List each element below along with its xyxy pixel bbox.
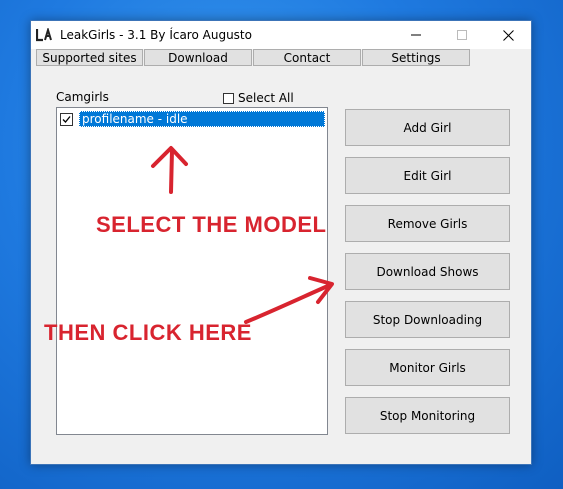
camgirls-list[interactable]: profilename - idle (56, 107, 328, 435)
list-item-checkbox[interactable] (60, 112, 73, 126)
monitor-girls-button[interactable]: Monitor Girls (345, 349, 510, 386)
remove-girls-button[interactable]: Remove Girls (345, 205, 510, 242)
action-panel: Add Girl Edit Girl Remove Girls Download… (345, 109, 510, 445)
select-all-box[interactable] (223, 92, 234, 104)
window-title: LeakGirls - 3.1 By Ícaro Augusto (60, 28, 252, 42)
close-button[interactable] (485, 21, 531, 49)
app-logo-icon (36, 28, 54, 42)
camgirls-label: Camgirls (56, 90, 109, 104)
annotation-then-click: THEN CLICK HERE (44, 320, 252, 345)
select-all-label: Select All (238, 91, 294, 105)
maximize-button[interactable] (439, 21, 485, 49)
download-shows-button[interactable]: Download Shows (345, 253, 510, 290)
close-icon (502, 29, 514, 41)
maximize-icon (457, 30, 467, 40)
list-item-label[interactable]: profilename - idle (79, 111, 325, 127)
title-bar[interactable]: LeakGirls - 3.1 By Ícaro Augusto (31, 21, 531, 49)
checkmark-icon (62, 115, 71, 123)
tab-download[interactable]: Download (144, 49, 252, 66)
select-all-checkbox[interactable]: Select All (223, 91, 294, 105)
stop-downloading-button[interactable]: Stop Downloading (345, 301, 510, 338)
tab-contact[interactable]: Contact (253, 49, 361, 66)
minimize-icon (411, 34, 421, 36)
list-item[interactable]: profilename - idle (60, 111, 325, 127)
tab-settings[interactable]: Settings (362, 49, 470, 66)
annotation-select-model: SELECT THE MODEL (96, 212, 327, 237)
edit-girl-button[interactable]: Edit Girl (345, 157, 510, 194)
tab-supported-sites[interactable]: Supported sites (36, 49, 143, 66)
tab-bar: Supported sites Download Contact Setting… (36, 49, 471, 68)
minimize-button[interactable] (393, 21, 439, 49)
app-window: LeakGirls - 3.1 By Ícaro Augusto Support… (30, 20, 532, 465)
stop-monitoring-button[interactable]: Stop Monitoring (345, 397, 510, 434)
add-girl-button[interactable]: Add Girl (345, 109, 510, 146)
